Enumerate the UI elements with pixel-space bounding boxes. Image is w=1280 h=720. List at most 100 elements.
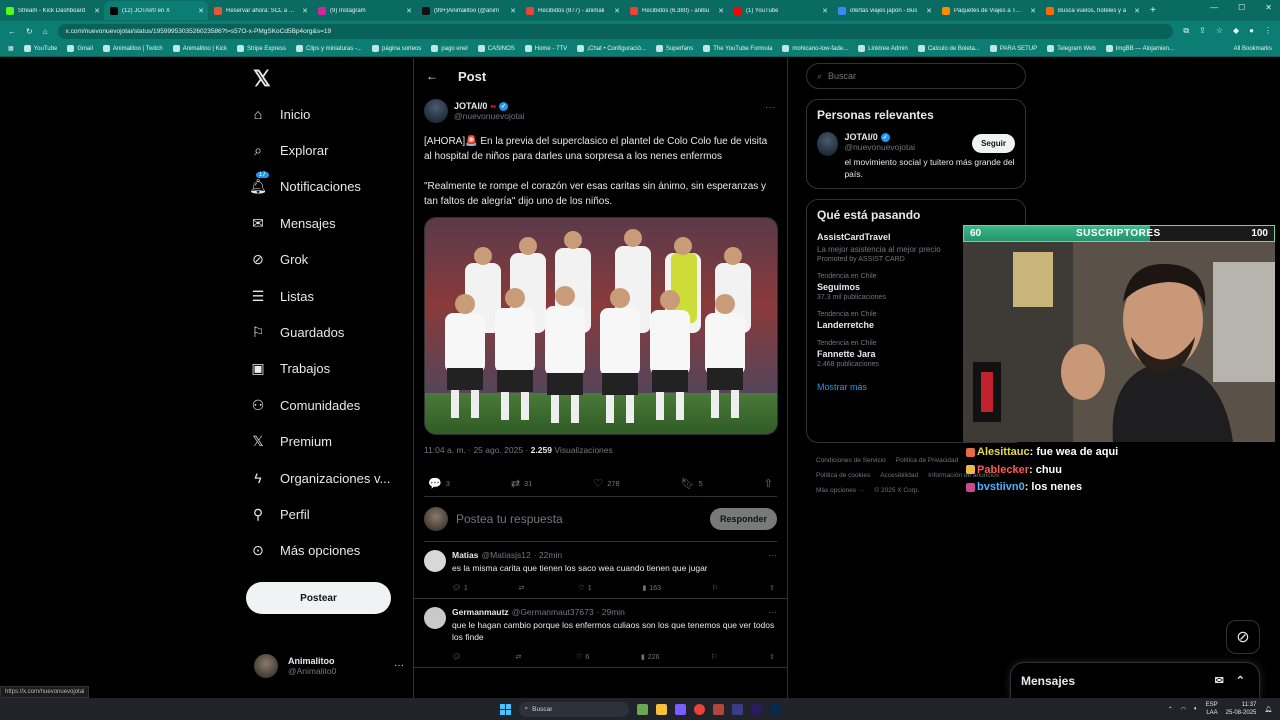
- nav-item-grok[interactable]: ⊘ Grok: [250, 245, 308, 275]
- like-button[interactable]: ♡ 278: [593, 477, 619, 490]
- bookmark-button[interactable]: ⚐: [711, 653, 717, 661]
- comment-author[interactable]: Germanmautz: [452, 607, 509, 617]
- browser-tab[interactable]: (1) YouTube ✕: [728, 1, 832, 20]
- reload-icon[interactable]: ↻: [26, 27, 33, 36]
- bookmark-item[interactable]: Linktree Admin: [858, 45, 908, 52]
- bookmark-item[interactable]: Animalitoo | Twitch: [102, 45, 163, 52]
- share-button[interactable]: ⇧: [769, 653, 775, 661]
- bookmark-item[interactable]: pago enel: [431, 45, 468, 52]
- nav-item-listas[interactable]: ☰ Listas: [250, 281, 314, 311]
- close-icon[interactable]: ✕: [510, 7, 516, 15]
- views-button[interactable]: ▮ 163: [642, 584, 661, 593]
- nav-item-guardados[interactable]: ⚐ Guardados: [250, 317, 345, 347]
- nav-item-premium[interactable]: 𝕏 Premium: [250, 427, 332, 457]
- author-name[interactable]: JOTAI/0: [454, 101, 487, 111]
- person-name[interactable]: JOTAI/0: [844, 132, 877, 142]
- follow-button[interactable]: Seguir: [972, 134, 1015, 153]
- person-card[interactable]: JOTAI/0 ✓ @nuevonuevojotai el movimiento …: [817, 132, 1015, 180]
- avatar[interactable]: [424, 607, 446, 629]
- reply-submit-button[interactable]: Responder: [709, 508, 777, 530]
- bookmark-item[interactable]: Animalitoo | Kick: [172, 45, 227, 52]
- close-icon[interactable]: ✕: [1030, 7, 1036, 15]
- share-icon[interactable]: ⇪: [1199, 26, 1206, 36]
- bookmark-button[interactable]: 🔖︎ 5: [681, 477, 703, 490]
- footer-link[interactable]: Política de cookies: [816, 468, 870, 483]
- footer-link[interactable]: Condiciones de Servicio: [816, 453, 886, 468]
- bookmark-item[interactable]: The YouTube Formula: [703, 45, 772, 52]
- bookmark-item[interactable]: YouTube: [23, 45, 57, 52]
- messenger-icon[interactable]: [674, 703, 686, 715]
- browser-tab[interactable]: Reservar ahora: SCL a TYO ✕: [208, 1, 312, 20]
- minimize-button[interactable]: —: [1210, 3, 1218, 12]
- file-explorer-icon[interactable]: [655, 703, 667, 715]
- reply-button[interactable]: 💬︎ 1: [452, 584, 468, 593]
- nav-item-explorar[interactable]: ⌕ Explorar: [250, 135, 328, 165]
- search-input[interactable]: ⌕ Buscar: [806, 63, 1026, 89]
- browser-tab[interactable]: (12) JOTAI/0 en X ✕: [104, 1, 208, 20]
- author-avatar[interactable]: [424, 99, 448, 123]
- footer-link[interactable]: Accesibilidad: [880, 468, 918, 483]
- app-icon[interactable]: [712, 703, 724, 715]
- bookmark-item[interactable]: ¡Chat • Configuració...: [577, 45, 646, 52]
- reply-input[interactable]: Postea tu respuesta: [456, 512, 702, 526]
- post-button[interactable]: Postear: [246, 582, 391, 614]
- grok-icon[interactable]: ⊘: [1226, 620, 1260, 654]
- chrome-icon[interactable]: [693, 703, 705, 715]
- browser-tab[interactable]: (99+)Animalitoo (@anim ✕: [416, 1, 520, 20]
- bookmark-item[interactable]: Clips y miniaturas -...: [296, 45, 362, 52]
- bookmark-button[interactable]: ⚐: [712, 584, 718, 592]
- close-icon[interactable]: ✕: [198, 7, 204, 15]
- like-button[interactable]: ♡ 1: [578, 584, 591, 593]
- nav-item-notificaciones[interactable]: 🔔︎ 17 Notificaciones: [249, 171, 361, 202]
- post-time[interactable]: 11:04 a. m. · 25 ago. 2025 ·: [424, 445, 528, 455]
- browser-tab[interactable]: (9) Instagram ✕: [312, 1, 416, 20]
- reply-button[interactable]: 💬︎: [452, 653, 464, 661]
- expand-icon[interactable]: ⌃: [1236, 674, 1245, 687]
- close-icon[interactable]: ✕: [614, 7, 620, 15]
- nav-item-más-opciones[interactable]: ⊙ Más opciones: [250, 536, 360, 566]
- star-icon[interactable]: ☆: [1216, 26, 1223, 36]
- footer-link[interactable]: Política de Privacidad: [896, 453, 959, 468]
- back-nav-icon[interactable]: ←: [8, 27, 16, 36]
- bookmark-item[interactable]: ImgBB — Alojamien...: [1105, 45, 1174, 52]
- browser-tab[interactable]: Recibidos (877) - animali ✕: [520, 1, 624, 20]
- bookmark-item[interactable]: Gmail: [67, 45, 93, 52]
- nav-item-perfil[interactable]: ⚲ Perfil: [250, 499, 310, 529]
- bookmark-item[interactable]: PARA SETUP: [989, 45, 1037, 52]
- home-nav-icon[interactable]: ⌂: [43, 27, 48, 36]
- tray-chevron-icon[interactable]: ⌃: [1168, 706, 1173, 713]
- footer-link[interactable]: Más opciones ···: [816, 483, 864, 498]
- windows-start-icon[interactable]: [499, 703, 511, 715]
- repost-button[interactable]: ⇄: [516, 653, 525, 661]
- extension-icon[interactable]: ◆: [1233, 26, 1239, 36]
- more-dots-icon[interactable]: ···: [394, 660, 404, 671]
- nav-item-comunidades[interactable]: ⚇ Comunidades: [250, 390, 361, 420]
- close-icon[interactable]: ✕: [302, 7, 308, 15]
- close-icon[interactable]: ✕: [94, 7, 100, 15]
- browser-tab[interactable]: Paquetes de Viajes a Toky ✕: [936, 1, 1040, 20]
- comment[interactable]: Matias @Matiasjs12 · 22min ··· es la misma c…: [414, 542, 787, 599]
- nav-item-trabajos[interactable]: ▣ Trabajos: [250, 354, 330, 384]
- browser-tab[interactable]: Stream - Kick Dashboard ✕: [0, 1, 104, 20]
- bookmark-item[interactable]: CASINOS: [477, 45, 515, 52]
- messages-drawer[interactable]: Mensajes ✉ ⌃: [1010, 662, 1260, 698]
- taskbar-search[interactable]: ⌕ Buscar: [518, 701, 629, 717]
- close-icon[interactable]: ✕: [822, 7, 828, 15]
- nav-item-mensajes[interactable]: ✉ Mensajes: [250, 208, 336, 238]
- all-bookmarks-button[interactable]: All Bookmarks: [1234, 46, 1272, 52]
- x-logo-icon[interactable]: 𝕏: [253, 66, 271, 92]
- avatar[interactable]: [817, 132, 839, 156]
- wifi-icon[interactable]: ◠: [1181, 706, 1186, 713]
- nav-item-inicio[interactable]: ⌂ Inicio: [250, 99, 311, 129]
- apps-icon[interactable]: ▦: [8, 45, 14, 52]
- footer-link[interactable]: © 2025 X Corp.: [874, 483, 919, 498]
- post-image[interactable]: [424, 217, 778, 435]
- reply-button[interactable]: 💬 3: [428, 477, 450, 490]
- bookmark-item[interactable]: Home - 7TV: [524, 45, 567, 52]
- comment-author[interactable]: Matias: [452, 550, 478, 560]
- premiere-icon[interactable]: [750, 703, 762, 715]
- like-button[interactable]: ♡ 6: [576, 653, 589, 662]
- repost-button[interactable]: ⇄ 31: [511, 477, 533, 490]
- browser-tab[interactable]: Busca vuelos, hoteles y a ✕: [1040, 1, 1144, 20]
- comment[interactable]: Germanmautz @Germanmaut37673 · 29min ··· que…: [414, 599, 787, 668]
